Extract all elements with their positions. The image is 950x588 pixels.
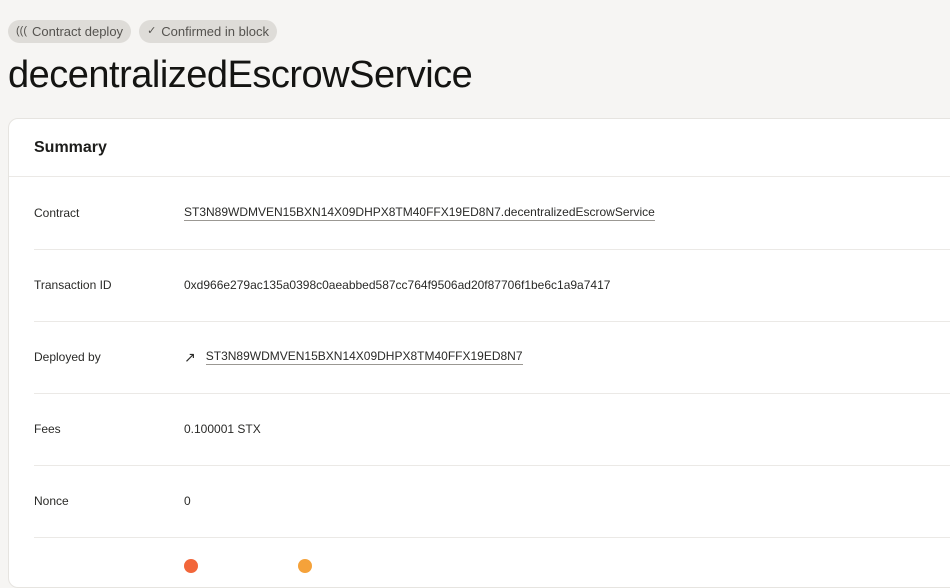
contract-link[interactable]: ST3N89WDMVEN15BXN14X09DHPX8TM40FFX19ED8N… bbox=[184, 205, 655, 221]
badge-label: Contract deploy bbox=[32, 24, 124, 39]
signal-icon: ((( bbox=[16, 25, 27, 37]
row-label: Transaction ID bbox=[34, 278, 112, 292]
check-icon: ✓ bbox=[147, 25, 157, 37]
row-label: Nonce bbox=[34, 494, 69, 508]
deployer-link[interactable]: ST3N89WDMVEN15BXN14X09DHPX8TM40FFX19ED8N… bbox=[205, 349, 523, 365]
deployed-by-row: Deployed by ↗ ST3N89WDMVEN15BXN14X09DHPX… bbox=[34, 321, 950, 394]
transaction-id-value: 0xd966e279ac135a0398c0aeabbed587cc764f95… bbox=[184, 278, 611, 292]
fees-row: Fees 0.100001 STX bbox=[34, 393, 950, 466]
page-title: decentralizedEscrowService bbox=[8, 54, 473, 96]
badge-group: ((( Contract deploy ✓ Confirmed in block bbox=[8, 20, 277, 43]
confirmed-badge: ✓ Confirmed in block bbox=[139, 20, 277, 43]
summary-card: Summary Contract ST3N89WDMVEN15BXN14X09D… bbox=[8, 118, 950, 588]
transaction-id-row: Transaction ID 0xd966e279ac135a0398c0aea… bbox=[34, 249, 950, 322]
contract-deploy-badge: ((( Contract deploy bbox=[8, 20, 132, 43]
row-label: Fees bbox=[34, 422, 61, 436]
partial-row bbox=[184, 559, 312, 573]
row-label: Deployed by bbox=[34, 350, 101, 364]
nonce-value: 0 bbox=[184, 494, 191, 508]
row-label: Contract bbox=[34, 206, 80, 220]
contract-row: Contract ST3N89WDMVEN15BXN14X09DHPX8TM40… bbox=[34, 177, 950, 250]
fees-value: 0.100001 STX bbox=[184, 422, 261, 436]
arrow-up-right-icon: ↗ bbox=[184, 348, 196, 365]
nonce-row: Nonce 0 bbox=[34, 465, 950, 538]
status-dot-icon bbox=[298, 559, 312, 573]
summary-heading: Summary bbox=[9, 119, 950, 177]
status-dot-icon bbox=[184, 559, 198, 573]
badge-label: Confirmed in block bbox=[161, 24, 269, 39]
